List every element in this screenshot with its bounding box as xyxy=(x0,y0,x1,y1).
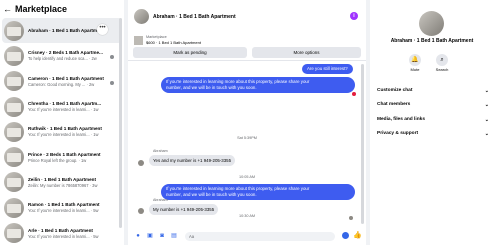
more-options-icon[interactable]: ••• xyxy=(97,24,108,35)
conversation-item-prince[interactable]: Prince · 2 Beds 1 Bath Apartment Prince … xyxy=(0,144,124,169)
listing-price[interactable]: $600 · 1 Bed 1 Bath Apartment xyxy=(146,40,201,45)
listing-thumbnail xyxy=(4,172,24,193)
conversation-item-arle[interactable]: Arle · 1 Bed 1 Bath Apartment You: If yo… xyxy=(0,220,124,245)
chat-header: Abraham · 1 Bed 1 Bath Apartment i xyxy=(128,0,366,33)
listing-thumbnail xyxy=(4,71,24,92)
conversation-name: Arle · 1 Bed 1 Bath Apartment xyxy=(28,227,93,233)
conversation-item-abraham[interactable]: Abraham · 1 Bed 1 Bath Apartment ••• xyxy=(2,18,122,44)
media-files-links-section[interactable]: Media, files and links ⌄ xyxy=(377,117,489,123)
messenger-marketplace-app: ← Marketplace Abraham · 1 Bed 1 Bath Apa… xyxy=(0,0,500,245)
avatar xyxy=(138,160,144,166)
info-icon[interactable]: i xyxy=(350,12,358,20)
search-button[interactable]: ⌕ Search xyxy=(433,54,451,72)
conversation-name: Cameron · 1 Bed 1 Bath Apartment xyxy=(28,75,104,81)
conversation-name: Ruthwik · 1 Bed 1 Bath Apartment xyxy=(28,126,102,132)
conversation-name: Ramon · 1 Bed 1 Bath Apartment xyxy=(28,202,100,208)
bell-icon: 🔔 xyxy=(409,54,421,66)
avatar[interactable] xyxy=(134,9,149,24)
thumbs-up-icon[interactable]: 👍 xyxy=(353,231,362,239)
more-options-button[interactable]: More options xyxy=(252,47,361,58)
avatar[interactable] xyxy=(419,11,444,36)
message-input[interactable]: Aa xyxy=(185,231,335,241)
chevron-down-icon: ⌄ xyxy=(484,117,489,123)
conversation-preview: Prince Royal left the group. · 1w xyxy=(28,157,87,163)
listing-thumbnail xyxy=(4,223,24,244)
mark-as-pending-button[interactable]: Mark as pending xyxy=(133,47,247,58)
listing-thumbnail xyxy=(4,197,24,218)
chevron-down-icon: ⌄ xyxy=(484,88,489,94)
listing-thumbnail xyxy=(4,147,24,168)
search-icon: ⌕ xyxy=(436,54,448,66)
conversation-sidebar: ← Marketplace Abraham · 1 Bed 1 Bath Apa… xyxy=(0,0,124,245)
outgoing-message: If you're interested in learning more ab… xyxy=(161,184,355,200)
listing-banner: Marketplace $600 · 1 Bed 1 Bath Apartmen… xyxy=(128,33,366,61)
timestamp: 10:05 AM xyxy=(238,175,256,179)
incoming-message: Yes and my number is +1 949-205-3355 xyxy=(149,155,236,166)
sidebar-scrollbar[interactable] xyxy=(119,18,122,228)
conversation-item-crisney[interactable]: Crisney · 2 Beds 1 Bath Apartme... To he… xyxy=(0,43,124,68)
sidebar-header: ← Marketplace xyxy=(0,0,124,18)
conversation-details-panel: Abraham · 1 Bed 1 Bath Apartment 🔔 Mute … xyxy=(370,0,500,245)
outgoing-message: Are you still interest? xyxy=(302,64,353,74)
conversation-preview: You: If you're interested in learni... ·… xyxy=(28,107,99,113)
image-icon[interactable]: ▣ xyxy=(147,233,153,239)
listing-source: Marketplace xyxy=(146,35,167,39)
sticker-icon[interactable]: ◙ xyxy=(159,233,165,239)
sidebar-title: Marketplace xyxy=(15,4,68,14)
avatar xyxy=(138,208,144,214)
back-arrow-icon[interactable]: ← xyxy=(3,4,12,14)
microphone-icon[interactable]: ● xyxy=(135,233,141,239)
sender-name: Abraham xyxy=(153,198,168,202)
conversation-name: Zeilin · 1 Bed 1 Bath Apartment xyxy=(28,176,96,182)
conversation-item-cameron[interactable]: Cameron · 1 Bed 1 Bath Apartment Cameron… xyxy=(0,69,124,94)
timestamp: Sat 5:39PM xyxy=(237,136,257,140)
outgoing-message: If you're interested in learning more ab… xyxy=(161,77,355,93)
conversation-name: Chrentha · 1 Bed 1 Bath Apartm... xyxy=(28,101,102,107)
gif-icon[interactable]: ▤ xyxy=(171,233,177,239)
chevron-down-icon: ⌄ xyxy=(484,131,489,137)
contact-name: Abraham · 1 Bed 1 Bath Apartment xyxy=(390,38,474,44)
chevron-down-icon: ⌄ xyxy=(484,102,489,108)
customize-chat-section[interactable]: Customize chat ⌄ xyxy=(377,88,489,94)
chat-panel: Abraham · 1 Bed 1 Bath Apartment i Marke… xyxy=(128,0,366,245)
sender-name: Abraham xyxy=(153,149,168,153)
listing-thumbnail xyxy=(4,45,24,66)
listing-thumbnail[interactable] xyxy=(134,36,143,45)
heart-reaction-icon xyxy=(352,92,356,96)
conversation-preview: You: If you're interested in learni... ·… xyxy=(28,132,99,138)
chat-members-section[interactable]: Chat members ⌄ xyxy=(377,102,489,108)
listing-thumbnail xyxy=(4,121,24,142)
chat-scrollbar[interactable] xyxy=(361,64,364,224)
message-composer: ● ▣ ◙ ▤ Aa 👍 xyxy=(128,227,366,245)
conversation-preview: You: If you're interested in learni... ·… xyxy=(28,208,99,214)
conversation-name: Prince · 2 Beds 1 Bath Apartment xyxy=(28,151,101,157)
conversation-item-zeilin[interactable]: Zeilin · 1 Bed 1 Bath Apartment Zeilin: … xyxy=(0,170,124,195)
emoji-icon[interactable] xyxy=(342,232,349,239)
listing-thumbnail xyxy=(4,20,24,41)
conversation-item-chrentha[interactable]: Chrentha · 1 Bed 1 Bath Apartm... You: I… xyxy=(0,94,124,119)
conversation-preview: Zeilin: My number is 7865870967 · 3w xyxy=(28,182,98,188)
conversation-item-ruthwik[interactable]: Ruthwik · 1 Bed 1 Bath Apartment You: If… xyxy=(0,119,124,144)
listing-thumbnail xyxy=(4,96,24,117)
mute-button[interactable]: 🔔 Mute xyxy=(406,54,424,72)
read-receipt-avatar xyxy=(110,80,114,85)
conversation-item-ramon[interactable]: Ramon · 1 Bed 1 Bath Apartment You: If y… xyxy=(0,195,124,220)
conversation-preview: You: If you're interested in learni... ·… xyxy=(28,233,99,239)
read-receipt-avatar xyxy=(349,216,353,220)
incoming-message: My number is +1 949-205-3355 xyxy=(149,204,219,215)
privacy-support-section[interactable]: Privacy & support ⌄ xyxy=(377,131,489,137)
chat-title[interactable]: Abraham · 1 Bed 1 Bath Apartment xyxy=(153,14,236,20)
